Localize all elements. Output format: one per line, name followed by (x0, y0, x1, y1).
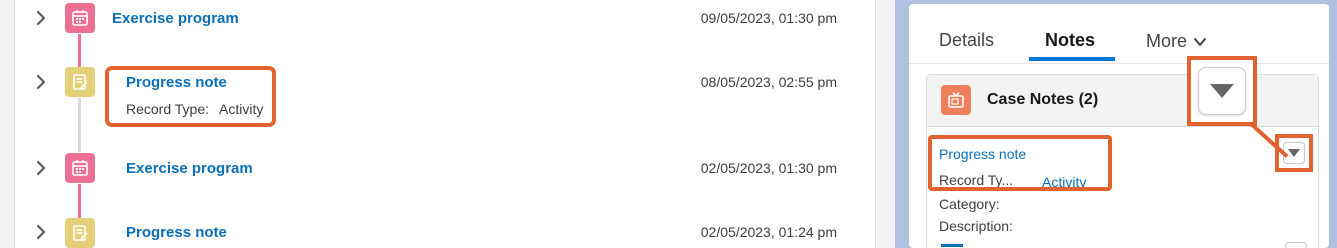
zoomed-callout (1187, 56, 1257, 126)
caret-down-icon (1210, 84, 1234, 98)
related-panel-card: Details Notes More Case Notes (2) Progre… (909, 4, 1329, 248)
calendar-icon (65, 153, 95, 183)
timeline-item: Progress note 02/05/2023, 01:24 pm (15, 214, 875, 248)
description-label: Description: (939, 218, 1013, 234)
zoomed-dropdown-button (1198, 67, 1246, 115)
timeline-item: Exercise program 09/05/2023, 01:30 pm (15, 0, 875, 40)
tab-details[interactable]: Details (939, 30, 994, 51)
timeline-item-title[interactable]: Exercise program (126, 160, 253, 177)
expand-chevron-icon[interactable] (33, 160, 49, 176)
tab-more-label: More (1146, 31, 1188, 51)
card-header: Case Notes (2) (927, 75, 1318, 127)
timeline-item-title[interactable]: Progress note (126, 224, 227, 241)
timeline-item-date: 02/05/2023, 01:30 pm (700, 160, 837, 176)
timeline-item-date: 02/05/2023, 01:24 pm (700, 224, 837, 240)
highlight-box (928, 135, 1112, 191)
active-tab-indicator (1029, 57, 1115, 61)
related-panel: Details Notes More Case Notes (2) Progre… (895, 0, 1337, 248)
chevron-down-icon (1193, 35, 1207, 49)
timeline-item: Exercise program 02/05/2023, 01:30 pm (15, 150, 875, 190)
timeline-item-date: 08/05/2023, 02:55 pm (700, 74, 837, 90)
expand-chevron-icon[interactable] (33, 74, 49, 90)
highlight-box (105, 66, 276, 127)
row-actions-dropdown-button[interactable] (1285, 242, 1307, 248)
tv-icon (941, 85, 971, 115)
activity-timeline-panel: Exercise program 09/05/2023, 01:30 pm Pr… (0, 0, 895, 248)
expand-chevron-icon[interactable] (33, 224, 49, 240)
calendar-icon (65, 3, 95, 33)
timeline-item-date: 09/05/2023, 01:30 pm (700, 10, 837, 26)
partial-link[interactable] (941, 244, 963, 247)
tab-notes[interactable]: Notes (1045, 30, 1095, 51)
category-label: Category: (939, 196, 1000, 212)
card-title[interactable]: Case Notes (2) (987, 91, 1098, 109)
timeline-item-title[interactable]: Exercise program (112, 10, 239, 27)
note-icon (65, 67, 95, 97)
note-icon (65, 218, 95, 248)
tab-more[interactable]: More (1146, 31, 1207, 52)
tab-bar: Details Notes More (909, 4, 1329, 64)
expand-chevron-icon[interactable] (33, 10, 49, 26)
